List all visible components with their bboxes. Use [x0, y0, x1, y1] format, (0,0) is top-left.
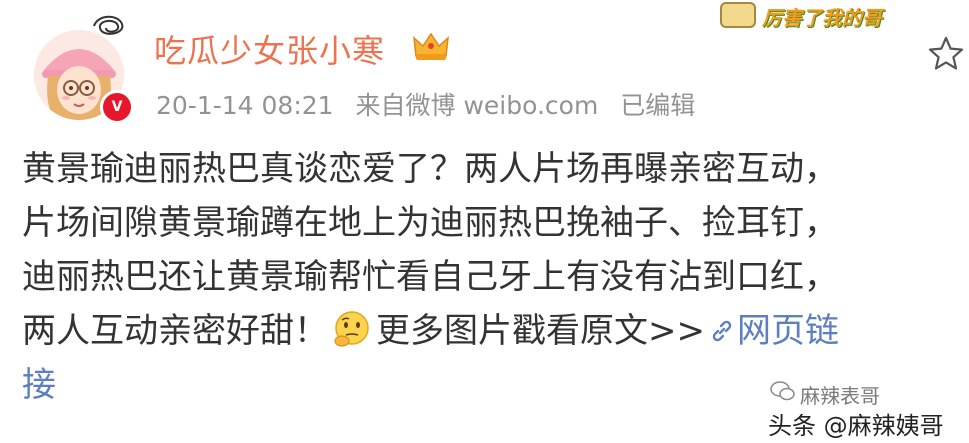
username[interactable]: 吃瓜少女张小寒	[154, 26, 385, 72]
post-line-3: 迪丽热巴还让黄景瑜帮忙看自己牙上有没有沾到口红，	[22, 257, 838, 297]
post-edited-label[interactable]: 已编辑	[620, 91, 695, 120]
post-line-4-text: 两人互动亲密好甜！	[22, 311, 328, 351]
post-meta: 20-1-14 08:21 来自微博 weibo.com 已编辑	[156, 86, 709, 122]
watermark-text: 麻辣表哥	[800, 384, 880, 408]
thumbs-up-sticker-icon	[720, 2, 756, 28]
wechat-icon	[770, 381, 795, 401]
sticker-text: 厉害了我的哥	[762, 6, 882, 30]
post-timestamp[interactable]: 20-1-14 08:21	[156, 91, 334, 120]
post-source: 来自微博 weibo.com	[355, 91, 599, 120]
web-link-part-2[interactable]: 接	[22, 365, 56, 405]
post-line-4: 两人互动亲密好甜！ 更多图片戳看原文>> 网页链	[22, 304, 952, 358]
star-outline-icon[interactable]	[928, 36, 964, 70]
user-avatar-group[interactable]: V	[22, 12, 134, 124]
sticker-banner: 厉害了我的哥	[714, 0, 930, 30]
more-images-link[interactable]: 更多图片戳看原文>>	[376, 311, 705, 351]
crown-icon[interactable]	[412, 30, 450, 62]
web-link-part-1[interactable]: 网页链	[737, 311, 839, 351]
post-line-2: 片场间隙黄景瑜蹲在地上为迪丽热巴挽袖子、捡耳钉，	[22, 203, 838, 243]
link-icon	[712, 320, 732, 342]
post-body: 黄景瑜迪丽热巴真谈恋爱了？两人片场再曝亲密互动， 片场间隙黄景瑜蹲在地上为迪丽热…	[22, 142, 952, 412]
toutiao-source-tag: 头条 @麻辣姨哥	[768, 412, 944, 440]
post-line-1: 黄景瑜迪丽热巴真谈恋爱了？两人片场再曝亲密互动，	[22, 149, 838, 189]
verified-v-icon: V	[100, 90, 134, 124]
thinking-face-icon	[334, 311, 369, 347]
